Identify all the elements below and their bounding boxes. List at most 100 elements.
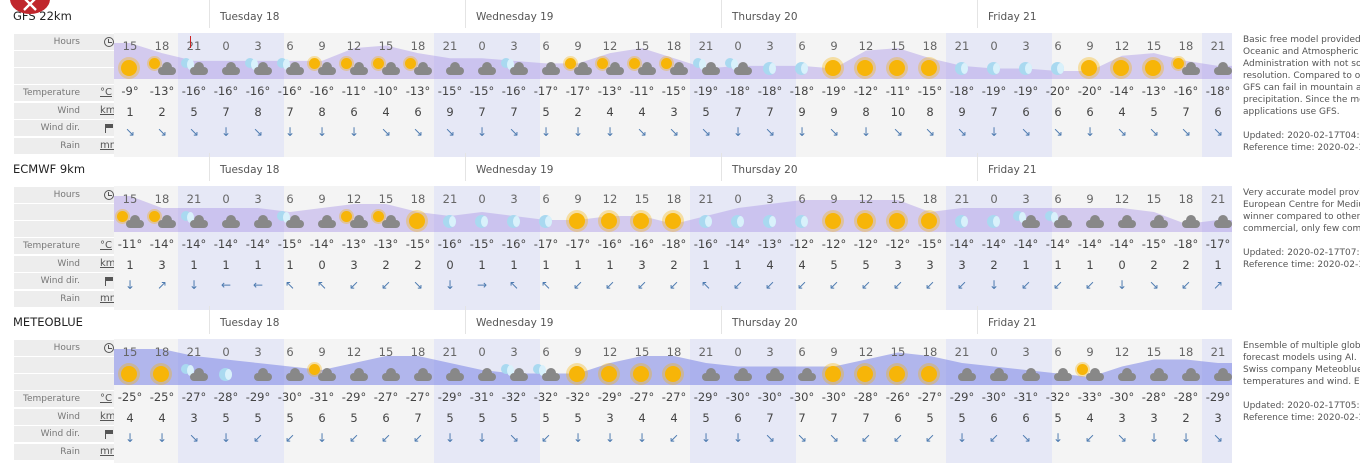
moon-icon <box>946 57 978 79</box>
wind-direction-icon: → <box>476 278 488 292</box>
day-header: Tuesday 18 <box>220 317 280 329</box>
cloud-icon <box>1138 210 1170 232</box>
hour-cell: 6 <box>798 39 806 53</box>
moon-icon <box>786 57 818 79</box>
hour-cell: 3 <box>1022 192 1030 206</box>
temperature-cell: -30° <box>725 390 751 404</box>
hour-cell: 21 <box>698 192 714 206</box>
moon-icon <box>1042 57 1074 79</box>
wind-direction-icon: ↙ <box>828 278 840 292</box>
wind-speed-cell: 6 <box>1086 105 1094 119</box>
wind-speed-cell: 6 <box>894 411 902 425</box>
moon-icon <box>978 210 1010 232</box>
wind-speed-cell: 1 <box>1214 258 1222 272</box>
temperature-cell: -29° <box>437 390 463 404</box>
hour-cell: 0 <box>990 345 998 359</box>
wind-direction-icon: ← <box>252 278 264 292</box>
cloud-icon <box>338 363 370 385</box>
moon-icon <box>498 210 530 232</box>
temperature-cell: -29° <box>245 390 271 404</box>
day-divider <box>209 153 210 181</box>
wind-speed-cell: 6 <box>1214 105 1222 119</box>
hour-cell: 9 <box>318 192 326 206</box>
hour-cell: 12 <box>1114 39 1130 53</box>
temperature-cell: -16° <box>437 237 463 251</box>
temperature-cell: -17° <box>565 237 591 251</box>
wind-direction-icon: ↙ <box>380 278 392 292</box>
hour-cell: 9 <box>574 192 582 206</box>
day-header: Thursday 20 <box>732 164 798 176</box>
partly-cloudy-day-icon <box>306 57 338 79</box>
hour-cell: 0 <box>734 39 742 53</box>
wind-speed-cell: 2 <box>574 105 582 119</box>
moon-icon <box>978 57 1010 79</box>
description-line: commercial, only few comp <box>1243 224 1360 234</box>
hours-label: Hours <box>14 34 114 51</box>
clock-icon <box>104 190 114 200</box>
partly-cloudy-day-icon <box>658 57 690 79</box>
wind-direction-icon: ↙ <box>988 431 1000 445</box>
partly-cloudy-night-icon <box>274 210 306 232</box>
wind-speed-cell: 2 <box>158 105 166 119</box>
cloud-icon <box>978 363 1010 385</box>
hours-label: Hours <box>14 340 114 357</box>
temperature-cell: -19° <box>821 84 847 98</box>
temperature-cell: -13° <box>373 237 399 251</box>
cloud-icon <box>434 363 466 385</box>
wind-direction-icon: ↓ <box>444 278 456 292</box>
sun-icon <box>850 57 882 79</box>
wind-speed-cell: 6 <box>318 411 326 425</box>
description-line: temperatures and wind. Ex <box>1243 377 1360 387</box>
hour-cell: 18 <box>1178 39 1194 53</box>
hour-cell: 21 <box>954 192 970 206</box>
wind-direction-icon: ↘ <box>1116 431 1128 445</box>
wind-speed-cell: 4 <box>158 411 166 425</box>
wind-direction-icon: ↗ <box>1212 278 1224 292</box>
hour-cell: 21 <box>186 39 202 53</box>
reference-time: Reference time: 2020-02-1 <box>1243 413 1360 423</box>
wind-direction-icon: ↘ <box>1052 125 1064 139</box>
wind-speed-cell: 3 <box>670 105 678 119</box>
day-divider <box>977 153 978 181</box>
wind-speed-cell: 1 <box>606 258 614 272</box>
partly-cloudy-day-icon <box>370 210 402 232</box>
temperature-cell: -12° <box>853 84 879 98</box>
hour-cell: 0 <box>990 39 998 53</box>
wind-direction-icon: ↘ <box>252 125 264 139</box>
wind-speed-cell: 1 <box>286 258 294 272</box>
wind-speed-cell: 5 <box>862 258 870 272</box>
description-line: resolution. Compared to ot <box>1243 71 1360 81</box>
hour-cell: 15 <box>890 39 906 53</box>
wind-direction-icon: ↓ <box>956 431 968 445</box>
wind-direction-icon: ↙ <box>604 278 616 292</box>
temperature-cell: -15° <box>917 84 943 98</box>
temperature-cell: -15° <box>1141 237 1167 251</box>
cloud-icon <box>1106 363 1138 385</box>
temperature-cell: -16° <box>501 84 527 98</box>
model-title: METEOBLUE <box>13 315 83 329</box>
cloud-icon <box>1106 210 1138 232</box>
temperature-cell: -30° <box>757 390 783 404</box>
description-line: Very accurate model provi <box>1243 188 1360 198</box>
wind-speed-cell: 3 <box>350 258 358 272</box>
temperature-cell: -12° <box>821 237 847 251</box>
cloud-icon <box>946 363 978 385</box>
moon-icon <box>466 210 498 232</box>
sun-icon <box>626 363 658 385</box>
hour-cell: 21 <box>442 39 458 53</box>
wind-direction-icon: ↓ <box>220 431 232 445</box>
temperature-cell: -17° <box>533 84 559 98</box>
temperature-cell: -31° <box>309 390 335 404</box>
temperature-cell: -15° <box>405 237 431 251</box>
hour-cell: 21 <box>442 192 458 206</box>
temperature-cell: -14° <box>949 237 975 251</box>
wind-direction-icon: ↙ <box>668 431 680 445</box>
temperature-label: Temperature °C <box>14 85 114 102</box>
temperature-cell: -27° <box>917 390 943 404</box>
temperature-cell: -19° <box>1013 84 1039 98</box>
moon-icon <box>530 210 562 232</box>
hour-cell: 3 <box>766 39 774 53</box>
model-description: Very accurate model provi European Centre… <box>1243 187 1360 271</box>
partly-cloudy-day-icon <box>146 57 178 79</box>
clock-icon <box>104 343 114 353</box>
